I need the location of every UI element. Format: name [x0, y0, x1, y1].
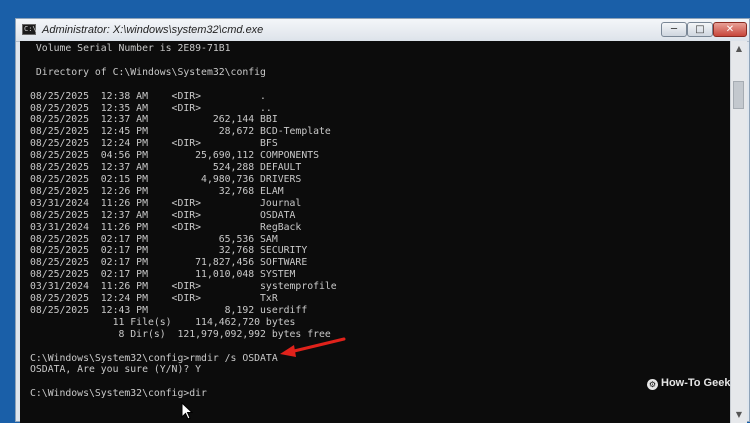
console-line: 08/25/2025 12:37 AM 262,144 BBI [30, 114, 278, 126]
title-bar[interactable]: C:\ Administrator: X:\windows\system32\c… [16, 19, 749, 42]
console-line: 08/25/2025 12:24 PM <DIR> TxR [30, 293, 278, 305]
scroll-down-icon[interactable]: ▼ [732, 407, 746, 423]
console-line: 08/25/2025 02:17 PM 71,827,456 SOFTWARE [30, 257, 308, 269]
console-line: C:\Windows\System32\config>dir [30, 388, 207, 400]
console-line: OSDATA, Are you sure (Y/N)? Y [30, 364, 202, 376]
maximize-button[interactable]: □ [687, 22, 713, 37]
console-line: 08/25/2025 12:38 AM <DIR> . [30, 90, 266, 102]
arrow-head [280, 345, 296, 357]
watermark: ⚙ How-To Geek [647, 376, 730, 390]
console-line: 08/25/2025 12:26 PM 32,768 ELAM [30, 185, 284, 197]
console-line: Volume Serial Number is 2E89-71B1 [30, 43, 231, 54]
console-line: 11 File(s) 114,462,720 bytes [30, 316, 296, 328]
console-line: 08/25/2025 12:35 AM <DIR> .. [30, 102, 272, 114]
cmd-window: C:\ Administrator: X:\windows\system32\c… [15, 18, 750, 423]
console-line: 03/31/2024 11:26 PM <DIR> RegBack [30, 221, 302, 233]
vertical-scrollbar[interactable]: ▲ ▼ [730, 41, 747, 423]
scroll-thumb[interactable] [733, 81, 744, 109]
console-line: 08/25/2025 04:56 PM 25,690,112 COMPONENT… [30, 150, 320, 162]
console-line: Directory of C:\Windows\System32\config [30, 66, 266, 78]
window-title: Administrator: X:\windows\system32\cmd.e… [42, 24, 264, 36]
console-line: 08/25/2025 12:37 AM <DIR> OSDATA [30, 209, 296, 221]
console-line: 08/25/2025 02:15 PM 4,980,736 DRIVERS [30, 173, 302, 185]
console-output[interactable]: Volume Serial Number is 2E89-71B1 Direct… [20, 41, 730, 423]
scroll-up-icon[interactable]: ▲ [732, 41, 746, 57]
console-line: 08/25/2025 12:24 PM <DIR> BFS [30, 138, 278, 150]
console-line: 08/25/2025 02:17 PM 65,536 SAM [30, 233, 278, 245]
console-line: 03/31/2024 11:26 PM <DIR> systemprofile [30, 281, 337, 293]
console-line: 08/25/2025 02:17 PM 11,010,048 SYSTEM [30, 269, 296, 281]
console-line: 08/25/2025 12:37 AM 524,288 DEFAULT [30, 162, 302, 174]
arrow-shaft [288, 337, 346, 354]
console-line: 08/25/2025 12:45 PM 28,672 BCD-Template [30, 126, 331, 138]
watermark-text: How-To Geek [661, 377, 731, 389]
mouse-pointer-icon [181, 402, 193, 420]
console-line: 08/25/2025 02:17 PM 32,768 SECURITY [30, 245, 308, 257]
minimize-button[interactable]: ─ [661, 22, 687, 37]
console-line: 03/31/2024 11:26 PM <DIR> Journal [30, 197, 302, 209]
console-line: 08/25/2025 12:43 PM 8,192 userdiff [30, 304, 308, 316]
console-text: Volume Serial Number is 2E89-71B1 Direct… [20, 41, 730, 400]
red-arrow-annotation-icon [280, 337, 346, 357]
watermark-logo-icon: ⚙ [647, 379, 658, 390]
cmd-app-icon[interactable]: C:\ [22, 24, 37, 35]
close-button[interactable]: ✕ [713, 22, 747, 37]
console-line: C:\Windows\System32\config>rmdir /s OSDA… [30, 352, 278, 364]
